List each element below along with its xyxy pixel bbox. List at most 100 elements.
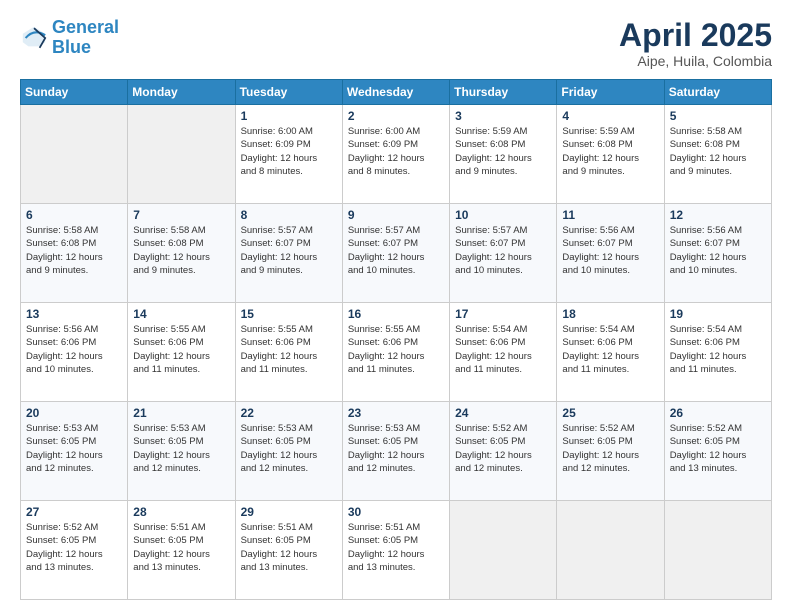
calendar-cell: 16 Sunrise: 5:55 AM Sunset: 6:06 PM Dayli… [342,303,449,402]
logo-text: General Blue [52,18,119,58]
day-number: 7 [133,208,229,222]
calendar-cell: 17Sunrise: 5:54 AM Sunset: 6:06 PM Dayli… [450,303,557,402]
day-info: Sunrise: 6:00 AM Sunset: 6:09 PM Dayligh… [241,125,337,178]
day-info: Sunrise: 5:59 AM Sunset: 6:08 PM Dayligh… [562,125,658,178]
day-number: 20 [26,406,122,420]
day-number: 2 [348,109,444,123]
calendar-cell [21,105,128,204]
day-info: Sunrise: 5:53 AM Sunset: 6:05 PM Dayligh… [26,422,122,475]
calendar-day-header: Saturday [664,80,771,105]
day-number: 4 [562,109,658,123]
day-number: 23 [348,406,444,420]
day-info: Sunrise: 5:52 AM Sunset: 6:05 PM Dayligh… [562,422,658,475]
logo-line2: Blue [52,37,91,57]
day-info: Sunrise: 5:58 AM Sunset: 6:08 PM Dayligh… [133,224,229,277]
day-number: 11 [562,208,658,222]
day-number: 26 [670,406,766,420]
day-info: Sunrise: 6:00 AM Sunset: 6:09 PM Dayligh… [348,125,444,178]
calendar-cell: 22 Sunrise: 5:53 AM Sunset: 6:05 PM Dayli… [235,402,342,501]
day-info: Sunrise: 5:54 AM Sunset: 6:06 PM Dayligh… [455,323,551,376]
day-info: Sunrise: 5:56 AM Sunset: 6:07 PM Dayligh… [670,224,766,277]
day-number: 28 [133,505,229,519]
day-number: 21 [133,406,229,420]
calendar-cell: 26 Sunrise: 5:52 AM Sunset: 6:05 PM Dayli… [664,402,771,501]
calendar-cell: 11 Sunrise: 5:56 AM Sunset: 6:07 PM Dayli… [557,204,664,303]
calendar-cell: 21 Sunrise: 5:53 AM Sunset: 6:05 PM Dayli… [128,402,235,501]
day-number: 29 [241,505,337,519]
day-number: 13 [26,307,122,321]
day-info: Sunrise: 5:57 AM Sunset: 6:07 PM Dayligh… [455,224,551,277]
calendar-cell: 15 Sunrise: 5:55 AM Sunset: 6:06 PM Dayli… [235,303,342,402]
day-info: Sunrise: 5:53 AM Sunset: 6:05 PM Dayligh… [348,422,444,475]
calendar-table: SundayMondayTuesdayWednesdayThursdayFrid… [20,79,772,600]
logo-icon [20,24,48,52]
calendar-week-row: 1 Sunrise: 6:00 AM Sunset: 6:09 PM Daylig… [21,105,772,204]
day-number: 15 [241,307,337,321]
calendar-day-header: Thursday [450,80,557,105]
day-number: 1 [241,109,337,123]
calendar-cell: 23 Sunrise: 5:53 AM Sunset: 6:05 PM Dayli… [342,402,449,501]
day-number: 27 [26,505,122,519]
calendar-cell: 12 Sunrise: 5:56 AM Sunset: 6:07 PM Dayli… [664,204,771,303]
day-number: 19 [670,307,766,321]
calendar-week-row: 6 Sunrise: 5:58 AM Sunset: 6:08 PM Daylig… [21,204,772,303]
calendar-cell: 3 Sunrise: 5:59 AM Sunset: 6:08 PM Daylig… [450,105,557,204]
calendar-week-row: 27Sunrise: 5:52 AM Sunset: 6:05 PM Dayli… [21,501,772,600]
calendar-cell: 18Sunrise: 5:54 AM Sunset: 6:06 PM Dayli… [557,303,664,402]
day-number: 8 [241,208,337,222]
day-info: Sunrise: 5:59 AM Sunset: 6:08 PM Dayligh… [455,125,551,178]
day-info: Sunrise: 5:58 AM Sunset: 6:08 PM Dayligh… [670,125,766,178]
calendar-cell: 1 Sunrise: 6:00 AM Sunset: 6:09 PM Daylig… [235,105,342,204]
calendar-cell: 6Sunrise: 5:58 AM Sunset: 6:08 PM Daylig… [21,204,128,303]
calendar-cell: 10 Sunrise: 5:57 AM Sunset: 6:07 PM Dayli… [450,204,557,303]
day-number: 5 [670,109,766,123]
day-number: 30 [348,505,444,519]
calendar-cell [450,501,557,600]
day-info: Sunrise: 5:53 AM Sunset: 6:05 PM Dayligh… [241,422,337,475]
calendar-cell: 4 Sunrise: 5:59 AM Sunset: 6:08 PM Daylig… [557,105,664,204]
day-info: Sunrise: 5:56 AM Sunset: 6:06 PM Dayligh… [26,323,122,376]
calendar-day-header: Monday [128,80,235,105]
day-info: Sunrise: 5:55 AM Sunset: 6:06 PM Dayligh… [241,323,337,376]
calendar-cell: 8Sunrise: 5:57 AM Sunset: 6:07 PM Daylig… [235,204,342,303]
day-number: 14 [133,307,229,321]
day-info: Sunrise: 5:51 AM Sunset: 6:05 PM Dayligh… [133,521,229,574]
day-number: 22 [241,406,337,420]
calendar-cell [557,501,664,600]
logo: General Blue [20,18,119,58]
day-info: Sunrise: 5:52 AM Sunset: 6:05 PM Dayligh… [670,422,766,475]
day-number: 12 [670,208,766,222]
main-title: April 2025 [619,18,772,53]
page: General Blue April 2025 Aipe, Huila, Col… [0,0,792,612]
logo-line1: General [52,17,119,37]
calendar-day-header: Tuesday [235,80,342,105]
calendar-cell: 24 Sunrise: 5:52 AM Sunset: 6:05 PM Dayli… [450,402,557,501]
day-number: 24 [455,406,551,420]
calendar-cell [128,105,235,204]
day-info: Sunrise: 5:55 AM Sunset: 6:06 PM Dayligh… [133,323,229,376]
calendar-header-row: SundayMondayTuesdayWednesdayThursdayFrid… [21,80,772,105]
subtitle: Aipe, Huila, Colombia [619,53,772,69]
calendar-cell: 2 Sunrise: 6:00 AM Sunset: 6:09 PM Daylig… [342,105,449,204]
day-info: Sunrise: 5:54 AM Sunset: 6:06 PM Dayligh… [562,323,658,376]
day-info: Sunrise: 5:53 AM Sunset: 6:05 PM Dayligh… [133,422,229,475]
day-number: 16 [348,307,444,321]
calendar-cell: 7 Sunrise: 5:58 AM Sunset: 6:08 PM Daylig… [128,204,235,303]
day-info: Sunrise: 5:57 AM Sunset: 6:07 PM Dayligh… [348,224,444,277]
day-info: Sunrise: 5:54 AM Sunset: 6:06 PM Dayligh… [670,323,766,376]
day-info: Sunrise: 5:55 AM Sunset: 6:06 PM Dayligh… [348,323,444,376]
header: General Blue April 2025 Aipe, Huila, Col… [20,18,772,69]
day-number: 9 [348,208,444,222]
day-number: 3 [455,109,551,123]
day-info: Sunrise: 5:52 AM Sunset: 6:05 PM Dayligh… [455,422,551,475]
day-info: Sunrise: 5:56 AM Sunset: 6:07 PM Dayligh… [562,224,658,277]
calendar-cell: 14 Sunrise: 5:55 AM Sunset: 6:06 PM Dayli… [128,303,235,402]
day-number: 10 [455,208,551,222]
calendar-cell: 28 Sunrise: 5:51 AM Sunset: 6:05 PM Dayli… [128,501,235,600]
calendar-cell: 13 Sunrise: 5:56 AM Sunset: 6:06 PM Dayli… [21,303,128,402]
calendar-day-header: Friday [557,80,664,105]
calendar-week-row: 20 Sunrise: 5:53 AM Sunset: 6:05 PM Dayli… [21,402,772,501]
calendar-cell: 30Sunrise: 5:51 AM Sunset: 6:05 PM Dayli… [342,501,449,600]
day-number: 6 [26,208,122,222]
calendar-cell: 20 Sunrise: 5:53 AM Sunset: 6:05 PM Dayli… [21,402,128,501]
